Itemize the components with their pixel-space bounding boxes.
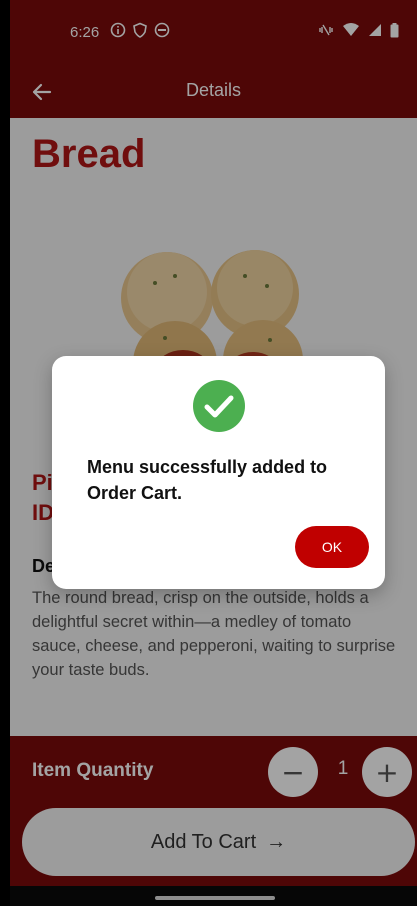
ok-button[interactable]: OK <box>295 526 369 568</box>
check-circle-icon <box>193 380 245 432</box>
phone-screen: 6:26 Details Bread Pi ID De The round br… <box>10 0 417 906</box>
dialog-message: Menu successfully added to Order Cart. <box>87 457 328 503</box>
success-dialog: Menu successfully added to Order Cart. O… <box>52 356 385 589</box>
